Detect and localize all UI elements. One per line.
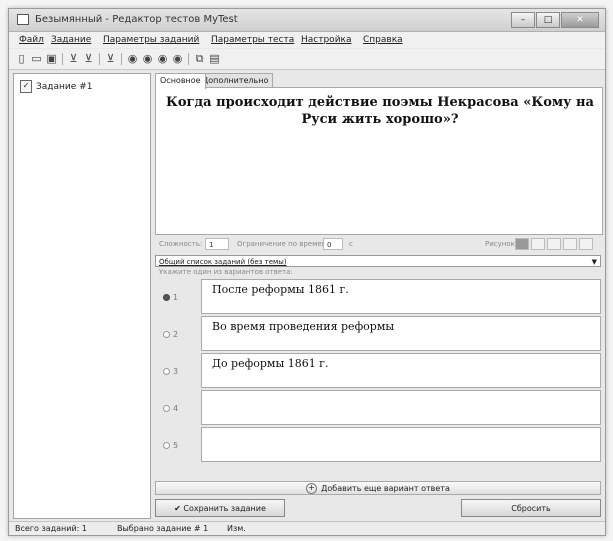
new-icon[interactable]: ▯ [15,52,28,65]
radio-selected-icon [163,293,170,301]
status-total: Всего заданий: 1 [15,524,87,533]
time-limit-spinner[interactable]: 0 [323,238,343,250]
circle-icon-1[interactable]: ◉ [126,52,139,65]
answer-radio-2[interactable]: 2 [155,316,199,352]
menu-help[interactable]: Справка [363,35,403,45]
radio-icon [163,330,170,338]
answer-field-5[interactable] [201,427,601,462]
tab-main[interactable]: Основное [155,73,206,89]
toolbar-separator [62,53,63,65]
complexity-spinner[interactable]: 1 [205,238,229,250]
status-changed: Изм. [227,524,246,533]
status-selected: Выбрано задание # 1 [117,524,209,533]
answer-row: 1 После реформы 1861 г. [155,279,601,315]
circle-icon-4[interactable]: ◉ [171,52,184,65]
tree-item-task-1[interactable]: ✓ Задание #1 [20,80,92,93]
picture-icon[interactable] [515,238,529,250]
add-answer-button[interactable]: + Добавить еще вариант ответа [155,481,601,495]
title-bar: Безымянный - Редактор тестов MyTest – □ … [9,9,605,32]
plus-icon: + [306,483,318,494]
answer-field-2[interactable]: Во время проведения реформы [201,316,601,351]
menu-task-params[interactable]: Параметры заданий [103,35,199,45]
minimize-button[interactable]: – [511,12,535,28]
close-button[interactable]: ✕ [561,12,599,28]
answer-radio-5[interactable]: 5 [155,427,199,463]
answer-row: 2 Во время проведения реформы [155,316,601,352]
filter-remove-icon[interactable]: ⊻ [104,52,117,65]
radio-icon [163,367,170,375]
question-text: Когда происходит действие поэмы Некрасов… [166,95,594,127]
open-icon[interactable]: ▭ [30,52,43,65]
answer-radio-4[interactable]: 4 [155,390,199,426]
copy-icon[interactable]: ⧉ [193,52,206,65]
answer-list: 1 После реформы 1861 г. 2 Во время прове… [155,279,601,475]
filter-add-icon[interactable]: ⊻ [82,52,95,65]
answer-number: 2 [173,329,179,339]
toolbar-separator [188,53,189,65]
time-unit: с [349,240,353,248]
complexity-label: Сложность: [159,240,203,248]
window-controls: – □ ✕ [510,12,599,28]
toolbar-separator [121,53,122,65]
maximize-button[interactable]: □ [536,12,560,28]
toolbar: ▯ ▭ ▣ ⊻ ⊻ ⊻ ◉ ◉ ◉ ◉ ⧉ ▤ [9,49,605,70]
answer-number: 3 [173,366,179,376]
task-tree: ✓ Задание #1 [13,73,151,519]
circle-icon-2[interactable]: ◉ [141,52,154,65]
tab-additional[interactable]: Дополнительно [197,73,274,88]
check-icon: ✔ [174,504,184,513]
menu-test-params[interactable]: Параметры теста [211,35,294,45]
circle-icon-3[interactable]: ◉ [156,52,169,65]
task-type-value: Общий список заданий (без темы) [159,258,287,266]
add-answer-label: Добавить еще вариант ответа [321,484,450,493]
save-icon[interactable]: ▣ [45,52,58,65]
answer-number: 5 [173,440,179,450]
save-task-label: Сохранить задание [183,504,266,513]
question-editor[interactable]: Когда происходит действие поэмы Некрасов… [155,87,603,235]
answer-hint: Укажите один из вариантов ответа: [155,267,601,277]
answer-row: 4 [155,390,601,426]
task-icon: ✓ [20,80,32,93]
answer-row: 3 До реформы 1861 г. [155,353,601,389]
menu-task[interactable]: Задание [51,35,91,45]
answer-field-1[interactable]: После реформы 1861 г. [201,279,601,314]
picture-button-2[interactable] [531,238,545,250]
picture-button-3[interactable] [547,238,561,250]
answer-number: 1 [173,292,179,302]
picture-button-4[interactable] [563,238,577,250]
answer-radio-1[interactable]: 1 [155,279,199,315]
toolbar-separator [99,53,100,65]
paste-icon[interactable]: ▤ [208,52,221,65]
radio-icon [163,404,170,412]
menu-bar: Файл Задание Параметры заданий Параметры… [9,32,605,48]
time-limit-label: Ограничение по времени: [237,240,334,248]
app-window: Безымянный - Редактор тестов MyTest – □ … [8,8,606,536]
picture-label: Рисунок: [485,240,518,248]
answer-number: 4 [173,403,179,413]
tree-item-label: Задание #1 [36,81,93,92]
picture-button-5[interactable] [579,238,593,250]
reset-button[interactable]: Сбросить [461,499,601,517]
window-title: Безымянный - Редактор тестов MyTest [35,14,238,25]
answer-field-4[interactable] [201,390,601,425]
filter-icon[interactable]: ⊻ [67,52,80,65]
answer-field-3[interactable]: До реформы 1861 г. [201,353,601,388]
answer-radio-3[interactable]: 3 [155,353,199,389]
radio-icon [163,441,170,449]
status-bar: Всего заданий: 1 Выбрано задание # 1 Изм… [9,521,605,535]
answer-row: 5 [155,427,601,463]
menu-settings[interactable]: Настройка [301,35,352,45]
save-task-button[interactable]: ✔ Сохранить задание [155,499,285,517]
task-type-dropdown[interactable]: Общий список заданий (без темы) ▼ [155,255,601,267]
menu-file[interactable]: Файл [19,35,44,45]
app-icon [17,14,29,25]
task-options-row: Сложность: 1 Ограничение по времени: 0 с… [155,237,601,253]
